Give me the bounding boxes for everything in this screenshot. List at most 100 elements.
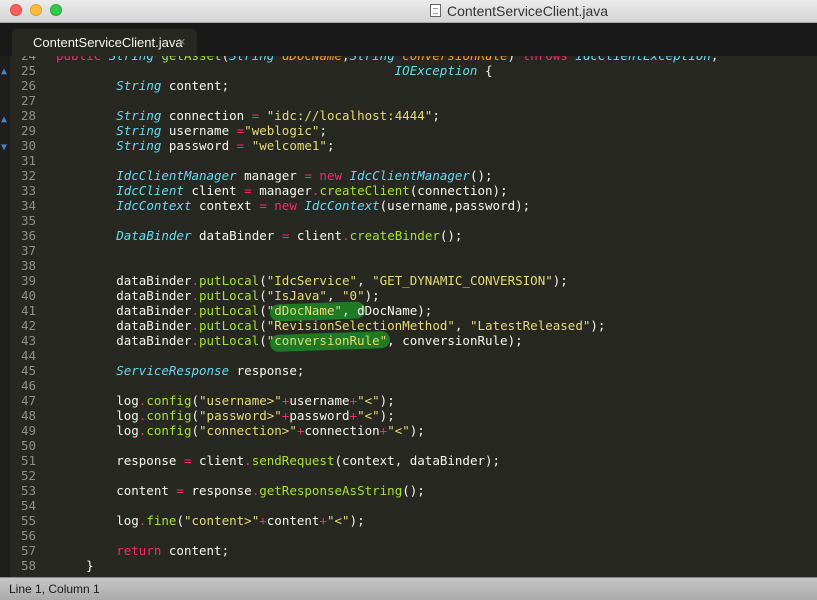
code-token: client: [296, 228, 343, 243]
line-number: 52: [20, 468, 36, 483]
code-line: 34 IdcContext context = new IdcContext(u…: [10, 198, 817, 213]
code-token: (: [191, 408, 200, 423]
code-token: "RevisionSelectionMethod": [266, 318, 455, 333]
tab-content-service-client[interactable]: ContentServiceClient.java ×: [12, 29, 197, 56]
code-token: response;: [236, 363, 305, 378]
code-token: putLocal: [199, 333, 260, 348]
code-line: 46: [10, 378, 817, 393]
code-token: IdcClientException: [575, 56, 710, 63]
code-token: "<": [357, 408, 380, 423]
line-number: 41: [20, 303, 36, 318]
code-line: 50: [10, 438, 817, 453]
code-token: "idc://localhost:4444": [266, 108, 433, 123]
line-number: 48: [20, 408, 36, 423]
title-bar: ContentServiceClient.java: [0, 0, 817, 23]
line-number: 26: [20, 78, 36, 93]
code-token: dDocName: [282, 56, 342, 63]
code-token: {: [477, 63, 493, 78]
code-token: String: [229, 56, 282, 63]
code-token: , conversionRule);: [387, 333, 523, 348]
code-line: 32 IdcClientManager manager = new IdcCli…: [10, 168, 817, 183]
zoom-window-button[interactable]: [50, 4, 62, 16]
code-token: "<": [326, 513, 350, 528]
code-token: username: [289, 393, 350, 408]
code-token: response: [191, 483, 252, 498]
code-token: context: [199, 198, 260, 213]
code-token: String: [116, 108, 169, 123]
code-token: +: [259, 513, 267, 528]
code-line: 54: [10, 498, 817, 513]
minimize-window-button[interactable]: [30, 4, 42, 16]
code-token: String: [116, 123, 169, 138]
code-token: content: [266, 513, 320, 528]
window-title: ContentServiceClient.java: [430, 3, 608, 19]
code-token: ): [508, 56, 523, 63]
code-token: ();: [402, 483, 425, 498]
close-window-button[interactable]: [10, 4, 22, 16]
code-token: content: [56, 483, 177, 498]
line-number: 46: [20, 378, 36, 393]
code-token: content;: [168, 78, 230, 93]
code-token: dataBinder: [56, 333, 192, 348]
code-token: config: [146, 393, 192, 408]
line-number: 57: [20, 543, 36, 558]
code-token: IdcClientManager: [349, 168, 470, 183]
code-token: throws: [523, 56, 576, 63]
code-token: ,: [454, 318, 470, 333]
code-line: 58 }: [10, 558, 817, 573]
code-token: .: [191, 288, 199, 303]
code-token: .: [191, 333, 199, 348]
code-token: connection: [168, 108, 252, 123]
code-token: IdcClient: [116, 183, 192, 198]
code-line: 41 dataBinder.putLocal("dDocName", dDocN…: [10, 301, 817, 322]
line-number: 42: [20, 318, 36, 333]
code-token: (: [222, 56, 230, 63]
code-editor[interactable]: 24public String getAsset(String dDocName…: [10, 56, 817, 577]
code-line: 37: [10, 243, 817, 258]
code-token: conversionRule: [402, 56, 507, 63]
code-line: 28 String connection = "idc://localhost:…: [10, 108, 817, 123]
code-token: (: [259, 288, 267, 303]
code-line: 30 String password = "welcome1";: [10, 138, 817, 153]
code-token: .: [342, 228, 350, 243]
line-number: 43: [20, 333, 36, 348]
line-number: 56: [20, 528, 36, 543]
code-token: =: [236, 138, 252, 153]
line-number: 32: [20, 168, 36, 183]
code-token: (: [259, 273, 267, 288]
code-token: (: [191, 423, 200, 438]
code-token: );: [590, 318, 606, 333]
tab-close-icon[interactable]: ×: [178, 34, 186, 49]
code-token: ;: [319, 123, 327, 138]
line-number: 24: [10, 56, 36, 63]
line-number: 30: [20, 138, 36, 153]
code-line: 47 log.config("username>"+username+"<");: [10, 393, 817, 408]
code-token: log: [56, 423, 139, 438]
code-token: "weblogic": [244, 123, 320, 138]
code-token: createBinder: [349, 228, 440, 243]
code-token: +: [349, 393, 358, 408]
code-token: =: [183, 453, 199, 468]
status-bar: Line 1, Column 1: [0, 577, 817, 600]
marker-icon: ▲: [1, 66, 8, 77]
line-number: 47: [20, 393, 36, 408]
code-token: "<": [387, 423, 410, 438]
code-token: sendRequest: [251, 453, 335, 468]
code-line: 49 log.config("connection>"+connection+"…: [10, 423, 817, 438]
code-token: "IdcService": [266, 273, 358, 288]
line-number: 53: [20, 483, 36, 498]
code-line: 29 String username ="weblogic";: [10, 123, 817, 138]
code-line: 27: [10, 93, 817, 108]
code-token: ;: [326, 138, 335, 153]
code-token: connection: [304, 423, 380, 438]
code-token: ;: [432, 108, 440, 123]
code-line: 24public String getAsset(String dDocName…: [10, 56, 817, 63]
code-line: 42 dataBinder.putLocal("RevisionSelectio…: [10, 318, 817, 333]
code-token: (: [259, 303, 267, 318]
